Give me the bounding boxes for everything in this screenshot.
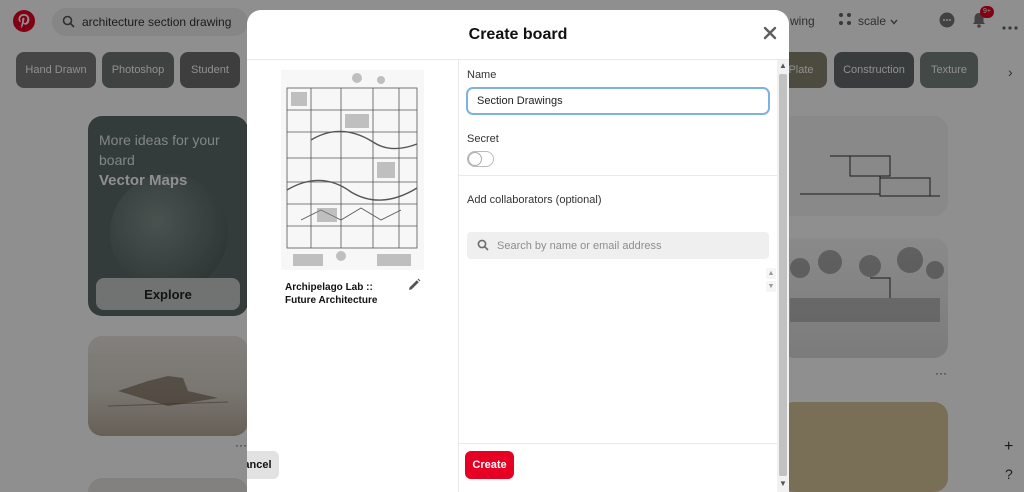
footer-divider — [459, 443, 777, 444]
collaborator-list-scrollbar[interactable]: ▲ ▼ — [766, 268, 776, 292]
close-button[interactable] — [757, 20, 783, 46]
pin-preview-pane: Archipelago Lab :: Future Architecture — [247, 60, 458, 492]
search-icon — [477, 239, 489, 251]
board-name-input[interactable] — [466, 87, 770, 115]
secret-label: Secret — [467, 133, 499, 145]
scroll-down-icon[interactable]: ▼ — [777, 478, 789, 490]
close-icon — [763, 26, 777, 40]
name-label: Name — [467, 69, 497, 81]
edit-pin-button[interactable] — [407, 278, 423, 294]
section-divider — [459, 175, 777, 176]
pin-title: Archipelago Lab :: Future Architecture — [285, 282, 378, 306]
cancel-button[interactable]: Cancel — [247, 451, 279, 479]
modal-scrollbar[interactable]: ▲ ▼ — [777, 60, 789, 492]
create-button[interactable]: Create — [465, 451, 514, 479]
pin-preview-image — [281, 70, 424, 270]
modal-title: Create board — [468, 26, 568, 43]
scroll-thumb[interactable] — [779, 74, 787, 476]
secret-toggle[interactable] — [467, 151, 494, 167]
chevron-down-icon[interactable]: ▼ — [766, 281, 776, 292]
collaborator-search[interactable] — [467, 232, 769, 259]
pencil-icon — [409, 278, 421, 290]
board-form: Name Secret Add collaborators (optional)… — [459, 60, 777, 492]
collaborator-search-input[interactable] — [497, 232, 765, 259]
toggle-knob — [468, 152, 482, 166]
scroll-up-icon[interactable]: ▲ — [777, 60, 789, 72]
create-board-modal: Create board Archipelago Lab:: Future A… — [247, 10, 789, 492]
collaborators-label: Add collaborators (optional) — [467, 194, 602, 206]
chevron-up-icon[interactable]: ▲ — [766, 268, 776, 279]
